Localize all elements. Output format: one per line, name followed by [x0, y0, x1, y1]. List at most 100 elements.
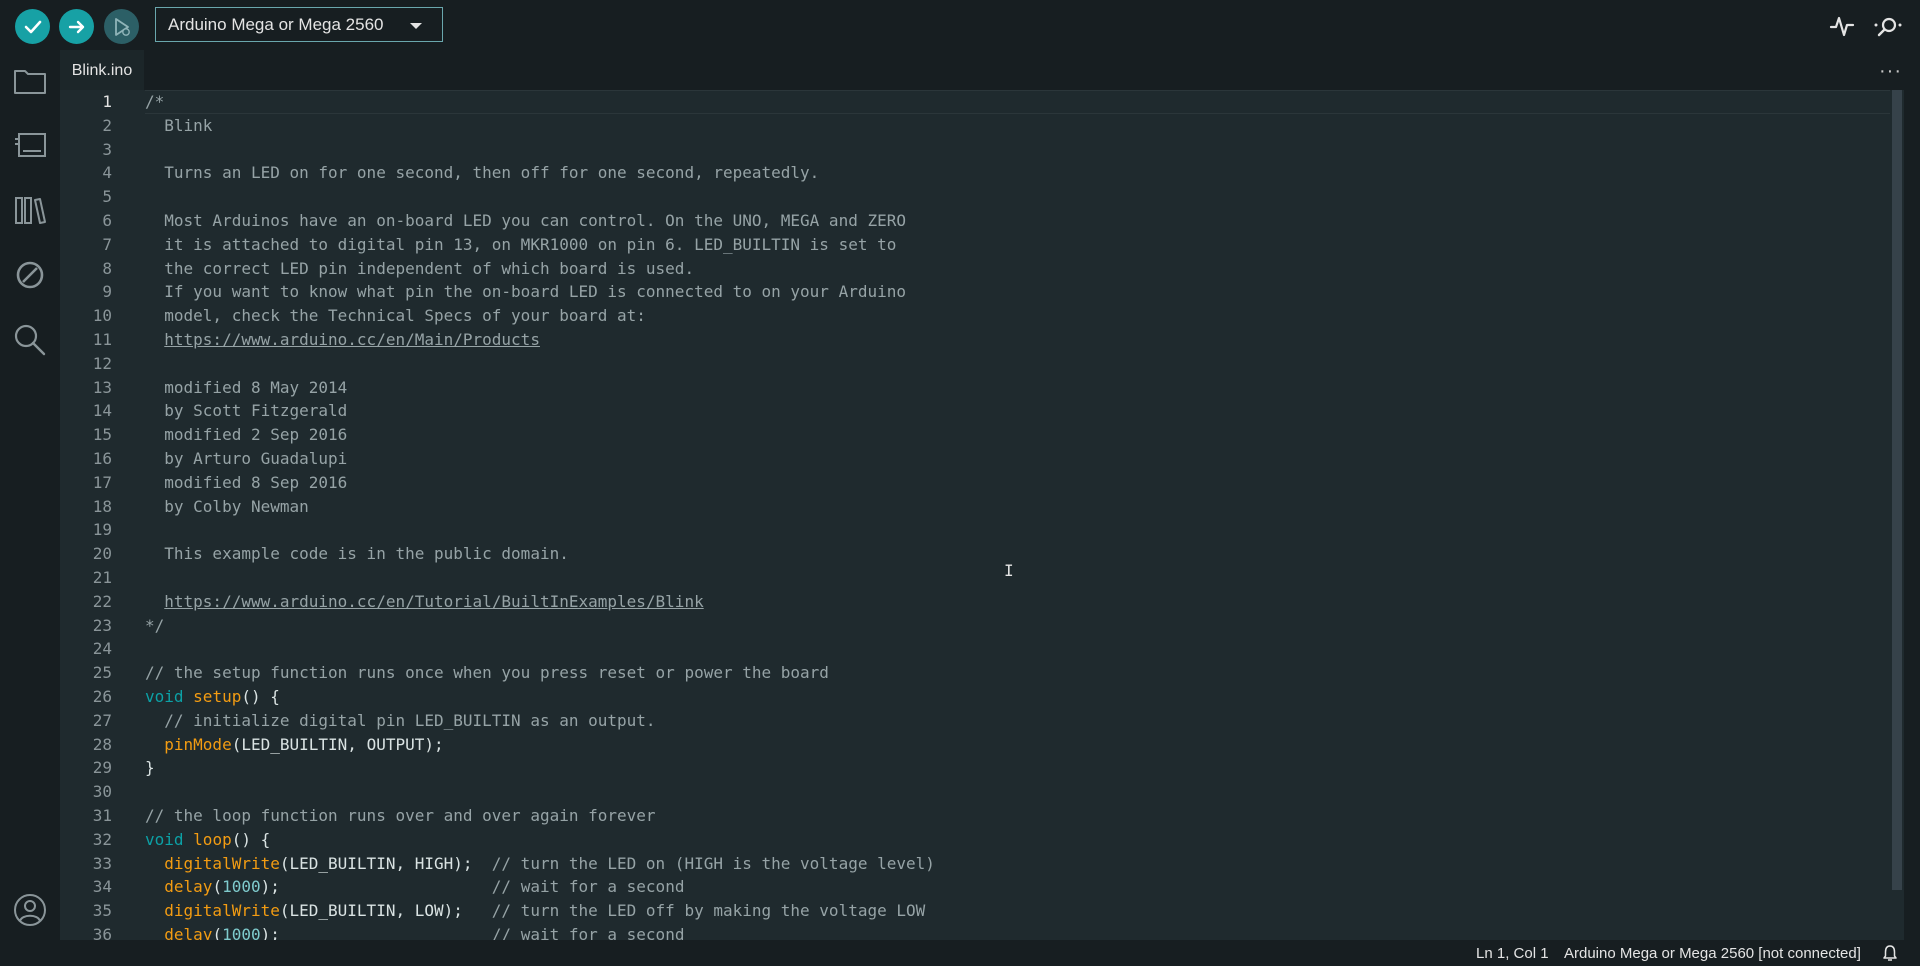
scrollbar-thumb[interactable]: [1892, 90, 1902, 890]
code-token: by Colby Newman: [145, 496, 309, 516]
code-line[interactable]: // initialize digital pin LED_BUILTIN as…: [145, 709, 655, 733]
sidebar-item-library-manager[interactable]: [10, 190, 50, 230]
code-line[interactable]: delay(1000); // wait for a second: [145, 875, 684, 899]
line-number: 6: [102, 211, 112, 230]
line-number: 3: [102, 139, 112, 159]
caret-down-icon: [410, 23, 422, 29]
board-selector[interactable]: Arduino Mega or Mega 2560: [155, 7, 443, 42]
code-link[interactable]: https://www.arduino.cc/en/Tutorial/Built…: [164, 592, 703, 611]
line-number: 10: [92, 306, 112, 326]
line-number: 26: [92, 687, 112, 706]
code-token: Turns an LED on for one second, then off…: [145, 163, 820, 183]
line-number: 7: [102, 234, 112, 254]
code-token: (LED_BUILTIN, LOW);: [279, 901, 492, 921]
folder-icon: [14, 70, 46, 94]
code-line[interactable]: digitalWrite(LED_BUILTIN, HIGH); // turn…: [145, 852, 935, 876]
pulse-icon: [1829, 16, 1855, 37]
debug-icon: [114, 17, 130, 36]
code-line[interactable]: This example code is in the public domai…: [145, 542, 569, 566]
code-token: 1000: [222, 877, 261, 897]
code-line[interactable]: it is attached to digital pin 13, on MKR…: [145, 233, 896, 257]
code-line[interactable]: by Arturo Guadalupi: [145, 447, 347, 471]
code-line[interactable]: }: [145, 756, 155, 780]
upload-button[interactable]: [59, 9, 94, 44]
line-number: 22: [92, 591, 112, 611]
code-line[interactable]: pinMode(LED_BUILTIN, OUTPUT);: [145, 733, 444, 757]
code-line[interactable]: by Scott Fitzgerald: [145, 399, 347, 423]
code-line[interactable]: modified 8 Sep 2016: [145, 471, 347, 495]
code-token: delay: [164, 877, 213, 897]
code-token: void: [145, 687, 184, 706]
code-editor[interactable]: 1 2 3 4 5 6 7 8 9 10 11 12 13 14 15 16 17 18 19 20 21 22 23 24 2…: [60, 90, 1904, 940]
code-line[interactable]: by Colby Newman: [145, 495, 309, 519]
line-number: 18: [92, 496, 112, 516]
code-line[interactable]: modified 2 Sep 2016: [145, 423, 347, 447]
code-line[interactable]: https://www.arduino.cc/en/Main/Products: [145, 328, 540, 352]
code-line[interactable]: void setup() {: [145, 685, 280, 709]
code-line[interactable]: delay(1000); // wait for a second: [145, 923, 684, 940]
line-number: 9: [102, 282, 112, 302]
debug-button[interactable]: [104, 9, 139, 44]
line-number: 1: [102, 92, 112, 111]
status-bar: Ln 1, Col 1 Arduino Mega or Mega 2560 [n…: [0, 940, 1920, 966]
code-token: // the loop function runs over and over …: [145, 806, 656, 825]
code-line[interactable]: https://www.arduino.cc/en/Tutorial/Built…: [145, 590, 703, 614]
code-line[interactable]: modified 8 May 2014: [145, 376, 347, 400]
serial-plotter-button[interactable]: [1826, 10, 1858, 42]
line-number: 2: [102, 115, 112, 135]
code-token: );: [260, 925, 492, 940]
code-line[interactable]: Most Arduinos have an on-board LED you c…: [145, 209, 906, 233]
serial-monitor-button[interactable]: [1872, 10, 1904, 42]
notifications-button[interactable]: [1882, 944, 1898, 966]
verify-button[interactable]: [15, 9, 50, 44]
sidebar-item-search[interactable]: [10, 320, 50, 360]
line-number: 24: [92, 639, 112, 659]
line-number: 4: [102, 163, 112, 183]
sidebar-item-sketchbook[interactable]: [10, 61, 50, 101]
more-options-icon[interactable]: ···: [1879, 60, 1902, 83]
code-token: This example code is in the public domai…: [145, 544, 569, 564]
code-line[interactable]: /*: [145, 90, 164, 114]
arrow-right-icon: [68, 20, 84, 33]
vertical-scrollbar[interactable]: [1890, 90, 1904, 940]
sidebar-item-account[interactable]: [10, 890, 50, 930]
code-line[interactable]: Blink: [145, 114, 212, 138]
sidebar-item-debug[interactable]: [10, 255, 50, 295]
code-line[interactable]: void loop() {: [145, 828, 270, 852]
line-number: 35: [92, 901, 112, 921]
code-line[interactable]: digitalWrite(LED_BUILTIN, LOW); // turn …: [145, 899, 925, 923]
editor-tabs: Blink.ino ···: [60, 50, 1920, 91]
code-token: modified 8 May 2014: [145, 377, 348, 397]
cursor-position[interactable]: Ln 1, Col 1: [1476, 945, 1549, 962]
code-link[interactable]: https://www.arduino.cc/en/Main/Products: [164, 330, 540, 349]
code-token: (LED_BUILTIN, OUTPUT);: [231, 734, 444, 754]
code-token: pinMode: [164, 734, 232, 754]
code-token: // turn the LED on (HIGH is the voltage …: [491, 853, 935, 873]
sidebar: [0, 50, 60, 940]
code-token: /*: [145, 92, 165, 111]
code-line[interactable]: If you want to know what pin the on-boar…: [145, 280, 906, 304]
current-line-highlight: [145, 90, 1890, 114]
code-line[interactable]: */: [145, 614, 164, 638]
code-token: (: [212, 877, 223, 897]
code-line[interactable]: the correct LED pin independent of which…: [145, 257, 694, 281]
code-token: digitalWrite: [164, 853, 280, 873]
line-number: 16: [92, 449, 112, 468]
code-line[interactable]: // the loop function runs over and over …: [145, 804, 656, 828]
board-icon: [15, 133, 46, 157]
line-number: 20: [92, 544, 112, 564]
code-area[interactable]: /* Blink Turns an LED on for one second,…: [145, 90, 1890, 940]
tab-blink-ino[interactable]: Blink.ino: [60, 50, 144, 91]
search-icon: [14, 324, 46, 356]
line-number: 36: [92, 925, 112, 940]
line-number: 25: [92, 663, 112, 683]
code-line[interactable]: // the setup function runs once when you…: [145, 661, 829, 685]
sidebar-item-boards-manager[interactable]: [10, 125, 50, 165]
code-line[interactable]: Turns an LED on for one second, then off…: [145, 161, 819, 185]
code-line[interactable]: model, check the Technical Specs of your…: [145, 304, 646, 328]
board-status[interactable]: Arduino Mega or Mega 2560 [not connected…: [1564, 945, 1861, 962]
